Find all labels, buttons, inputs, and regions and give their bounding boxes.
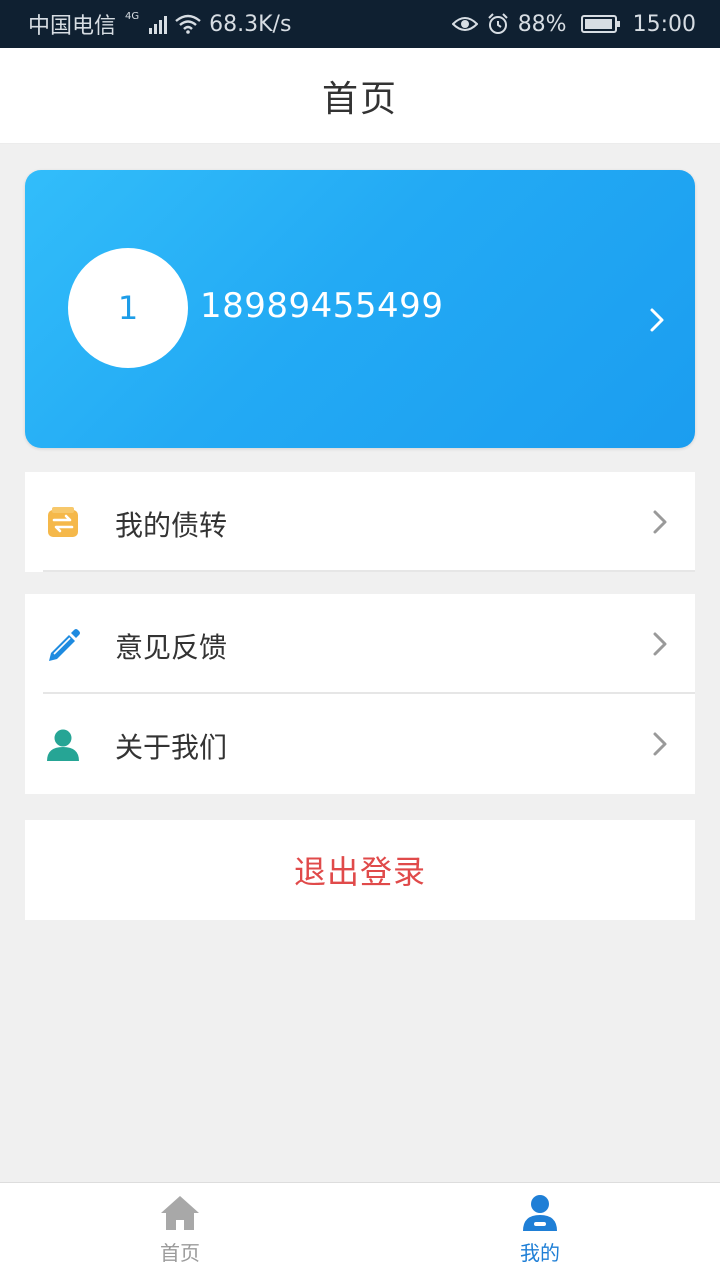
menu-item-label: 关于我们 <box>115 731 228 764</box>
tab-label: 我的 <box>520 1241 560 1265</box>
menu-item-debt-transfer[interactable]: 我的债转 <box>25 472 695 572</box>
menu-item-label: 意见反馈 <box>115 631 228 664</box>
chevron-right-icon <box>653 632 667 656</box>
avatar-text: 1 <box>117 289 139 327</box>
phone-number: 18989455499 <box>200 286 444 326</box>
battery-icon <box>580 15 620 33</box>
chevron-right-icon <box>653 510 667 534</box>
avatar: 1 <box>68 248 188 368</box>
menu-item-about-us[interactable]: 关于我们 <box>25 694 695 794</box>
menu-item-feedback[interactable]: 意见反馈 <box>25 594 695 694</box>
network-speed: 68.3K/s <box>209 11 292 37</box>
logout-button[interactable]: 退出登录 <box>25 820 695 920</box>
alarm-icon <box>487 13 508 34</box>
pencil-icon <box>49 629 80 661</box>
transfer-icon <box>48 507 78 537</box>
menu-item-label: 我的债转 <box>115 509 228 542</box>
menu-group-2: 意见反馈 关于我们 <box>25 594 695 794</box>
person-icon <box>47 729 79 761</box>
divider <box>43 570 695 572</box>
wifi-icon <box>175 14 201 34</box>
page-title: 首页 <box>321 78 398 120</box>
page-header: 首页 <box>0 48 720 144</box>
battery-percent: 88% <box>517 11 567 37</box>
clock-time: 15:00 <box>632 11 696 37</box>
profile-card[interactable]: 1 18989455499 <box>25 170 695 448</box>
tab-label: 首页 <box>160 1241 200 1265</box>
tab-home[interactable]: 首页 <box>0 1183 360 1280</box>
status-right: 88% 15:00 <box>451 11 696 37</box>
eye-icon <box>451 17 478 31</box>
network-tag: 4G <box>125 10 140 22</box>
status-bar: 中国电信 4G 68.3K/s 88% 15:00 <box>0 0 720 48</box>
user-icon <box>523 1195 557 1231</box>
home-icon <box>161 1196 199 1230</box>
bottom-tab-bar: 首页 我的 <box>0 1182 720 1280</box>
signal-icon <box>149 14 168 34</box>
tab-mine[interactable]: 我的 <box>360 1183 720 1280</box>
chevron-right-icon <box>653 732 667 756</box>
chevron-right-icon <box>650 308 664 332</box>
carrier-label: 中国电信 <box>28 14 117 39</box>
menu-group-1: 我的债转 <box>25 472 695 572</box>
status-left: 中国电信 4G 68.3K/s <box>28 8 291 40</box>
